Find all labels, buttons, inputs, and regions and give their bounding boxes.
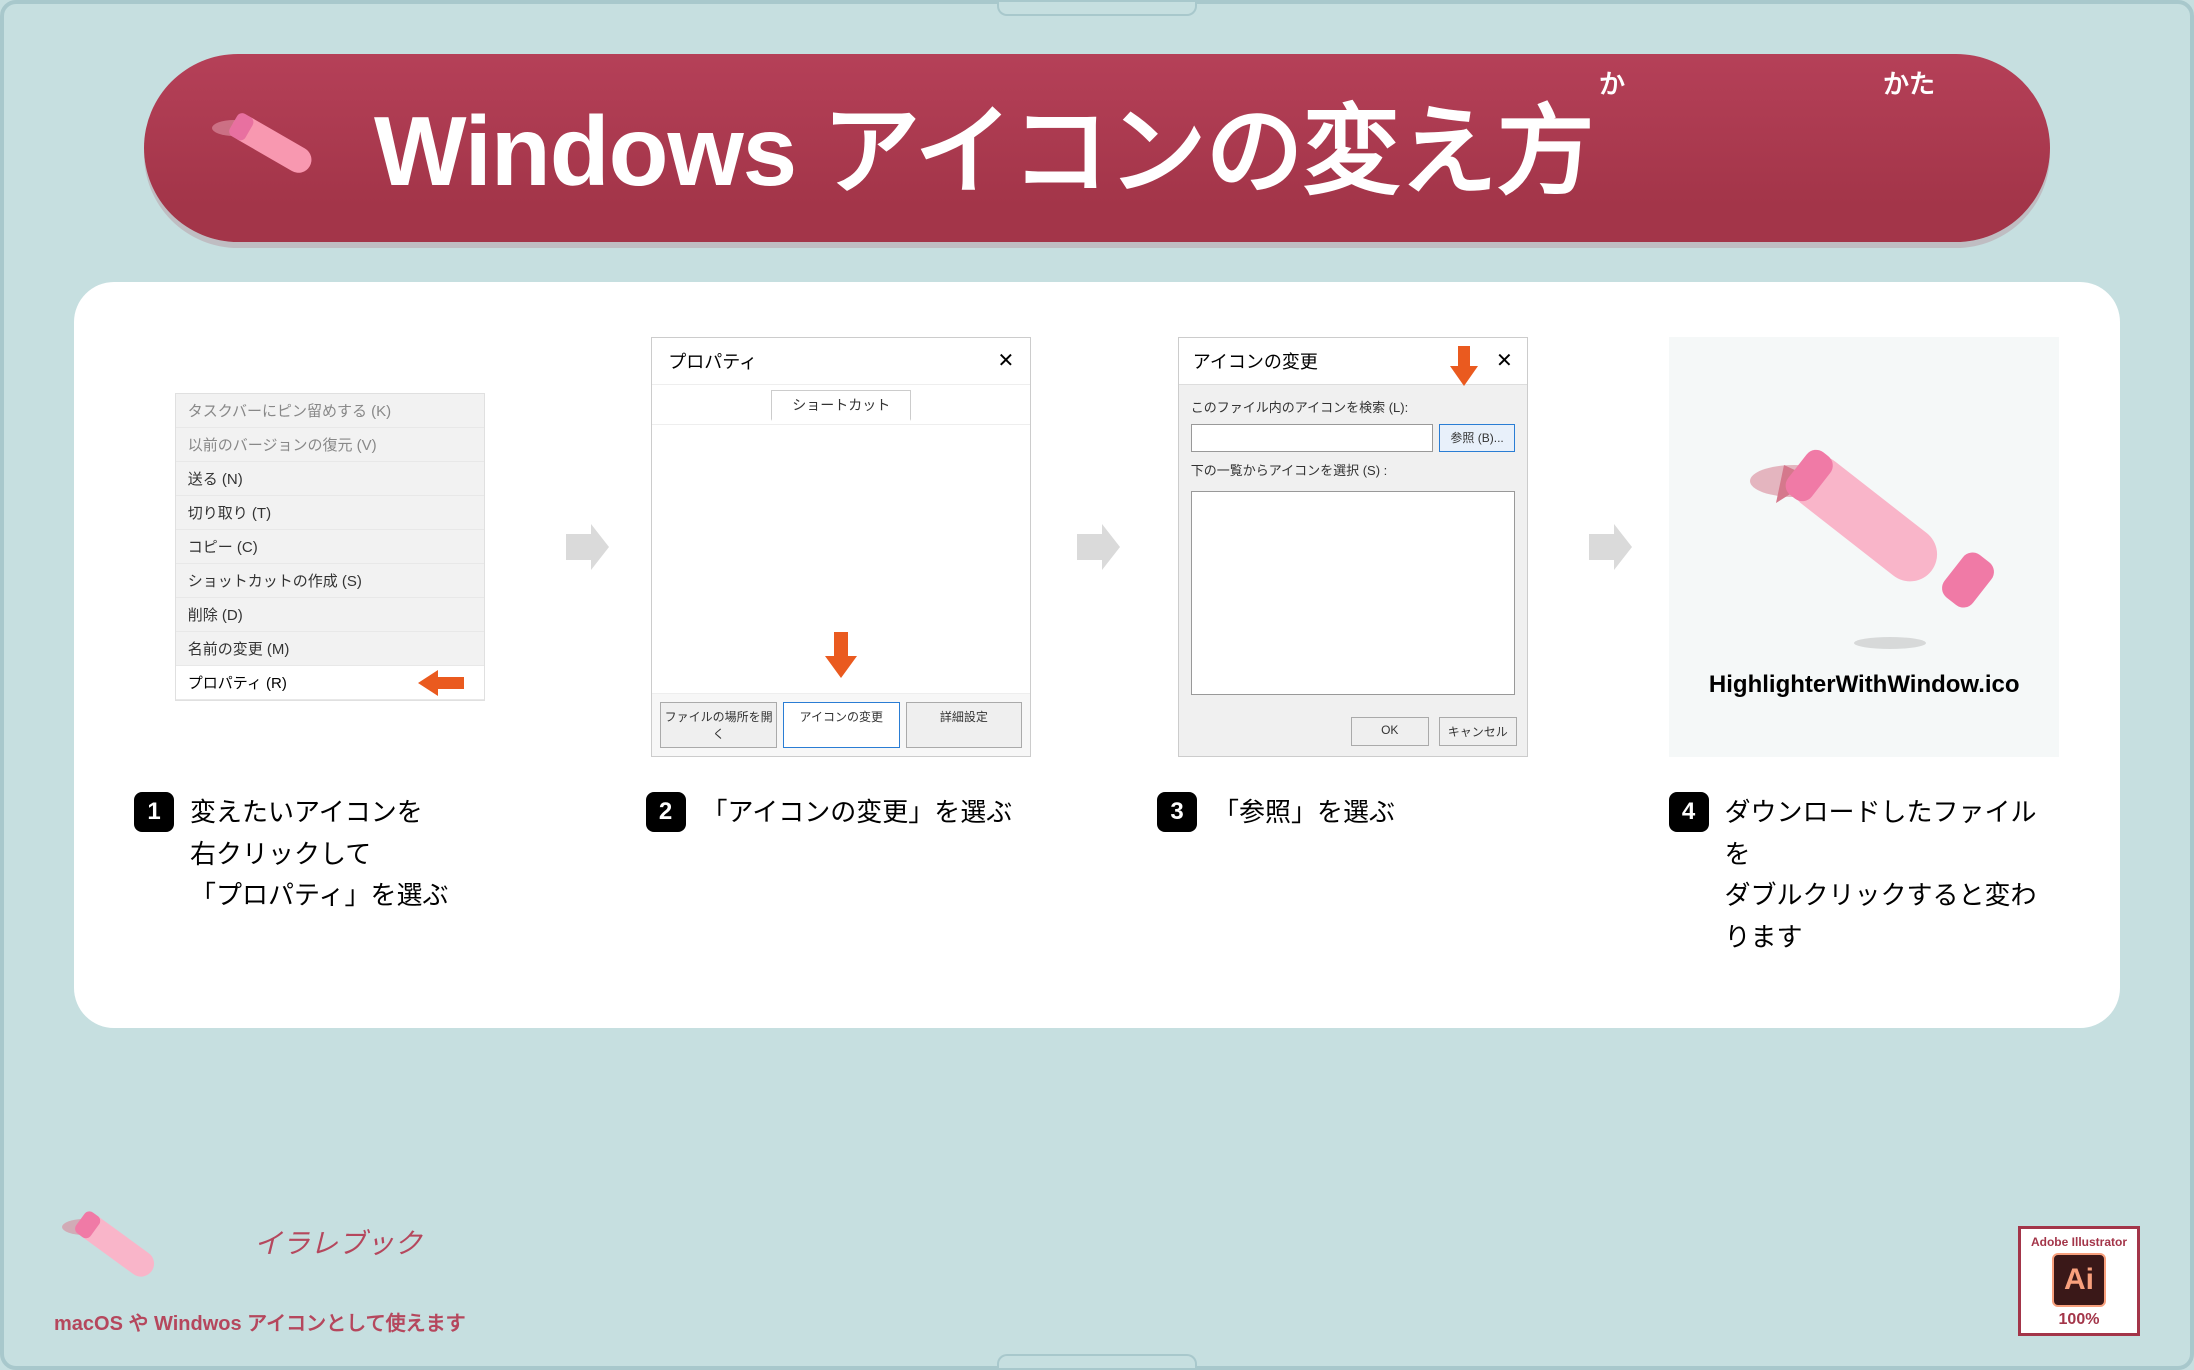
bottom-notch [997,1354,1197,1368]
window-title: プロパティ [668,348,757,374]
path-input[interactable] [1191,424,1434,452]
menu-item: 切り取り (T) [176,496,484,530]
window-title: アイコンの変更 [1193,348,1318,374]
top-notch [997,2,1197,16]
header: か かた Windows アイコンの変え方 [144,54,2050,242]
menu-item: コピー (C) [176,530,484,564]
cancel-button[interactable]: キャンセル [1439,717,1517,746]
menu-item: 送る (N) [176,462,484,496]
highlighter-icon [54,1187,184,1297]
ai-percent: 100% [2031,1311,2127,1329]
menu-item: ショットカットの作成 (S) [176,564,484,598]
highlighter-icon [1724,395,2004,655]
step-number: 4 [1669,792,1709,832]
step-text: ダウンロードしたファイルを ダブルクリックすると変わります [1725,792,2061,958]
browse-button[interactable]: 参照 (B)... [1439,424,1514,452]
open-location-button[interactable]: ファイルの場所を開く [660,702,777,748]
page-title: Windows アイコンの変え方 [374,72,1990,214]
tab-shortcut[interactable]: ショートカット [771,390,911,421]
steps-card: タスクバーにピン留めする (K) 以前のバージョンの復元 (V) 送る (N) … [74,282,2120,1028]
menu-item-properties[interactable]: プロパティ (R) [176,666,484,700]
advanced-button[interactable]: 詳細設定 [906,702,1023,748]
change-icon-window: アイコンの変更 ✕ このファイル内のアイコンを検索 (L): 参照 (B)...… [1178,337,1528,757]
flow-arrow-icon [1067,332,1127,762]
step-1: タスクバーにピン留めする (K) 以前のバージョンの復元 (V) 送る (N) … [124,332,536,917]
flow-arrow-icon [556,332,616,762]
search-label: このファイル内のアイコンを検索 (L): [1191,397,1515,416]
menu-item: 削除 (D) [176,598,484,632]
menu-item: 名前の変更 (M) [176,632,484,666]
icon-list[interactable] [1191,491,1515,695]
menu-item: タスクバーにピン留めする (K) [176,394,484,428]
ruby-kata: かた [1883,64,1935,101]
step-4: HighlighterWithWindow.ico 4 ダウンロードしたファイル… [1659,332,2071,958]
menu-item: 以前のバージョンの復元 (V) [176,428,484,462]
pointer-arrow-icon [1449,346,1479,391]
step-number: 2 [646,792,686,832]
step-text: 変えたいアイコンを 右クリックして 「プロパティ」を選ぶ [190,792,448,917]
footer-note: macOS や Windwos アイコンとして使えます [54,1307,466,1336]
result-preview: HighlighterWithWindow.ico [1669,337,2059,757]
highlighter-icon [204,83,344,203]
step-3: アイコンの変更 ✕ このファイル内のアイコンを検索 (L): 参照 (B)...… [1147,332,1559,834]
step-text: 「参照」を選ぶ [1213,792,1395,834]
pointer-arrow-icon [418,668,464,702]
brand-label: イラレブック [254,1222,422,1262]
select-label: 下の一覧からアイコンを選択 (S) : [1191,460,1515,479]
ai-badge: Adobe Illustrator Ai 100% [2018,1226,2140,1336]
context-menu: タスクバーにピン留めする (K) 以前のバージョンの復元 (V) 送る (N) … [175,393,485,701]
title-wrap: か かた Windows アイコンの変え方 [374,72,1990,214]
illustrator-icon: Ai [2052,1253,2106,1307]
ai-label: Adobe Illustrator [2031,1235,2127,1249]
footer: イラレブック macOS や Windwos アイコンとして使えます Adobe… [54,1187,2140,1336]
step-number: 1 [134,792,174,832]
close-icon[interactable]: ✕ [1496,348,1513,374]
step-number: 3 [1157,792,1197,832]
step-text: 「アイコンの変更」を選ぶ [702,792,1013,834]
close-icon[interactable]: ✕ [997,348,1014,374]
menu-item-label: プロパティ (R) [188,675,287,692]
change-icon-button[interactable]: アイコンの変更 [783,702,900,748]
header-pill: か かた Windows アイコンの変え方 [144,54,2050,242]
ruby-ka: か [1599,64,1625,101]
filename-label: HighlighterWithWindow.ico [1709,671,2020,699]
ok-button[interactable]: OK [1351,717,1429,746]
pointer-arrow-icon [823,632,859,683]
step-2: プロパティ ✕ ショートカット ファイルの場所を開く アイコンの変更 詳細設定 [636,332,1048,834]
flow-arrow-icon [1579,332,1639,762]
properties-window: プロパティ ✕ ショートカット ファイルの場所を開く アイコンの変更 詳細設定 [651,337,1031,757]
